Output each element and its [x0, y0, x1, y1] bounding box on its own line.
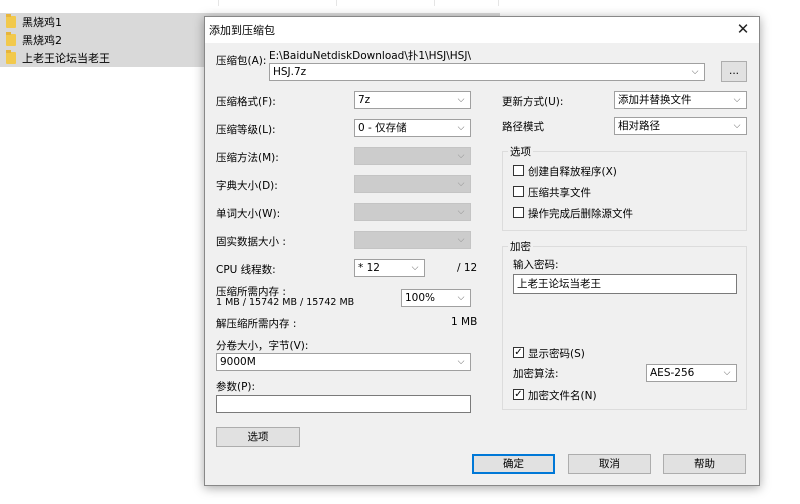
folder-icon: [6, 14, 16, 28]
memory-usage-value: 100%: [405, 292, 436, 304]
update-label: 更新方式(U):: [502, 96, 564, 108]
update-mode-select[interactable]: 添加并替换文件 ⌵: [614, 91, 747, 109]
update-mode-value: 添加并替换文件: [618, 94, 692, 106]
chevron-down-icon: ⌵: [733, 121, 741, 131]
cpu-select[interactable]: * 12 ⌵: [354, 259, 425, 277]
level-label: 压缩等级(L):: [216, 124, 276, 136]
delete-checkbox[interactable]: [513, 207, 524, 218]
close-icon[interactable]: ✕: [735, 21, 751, 37]
mem-decomp-value: 1 MB: [451, 316, 478, 328]
path-mode-value: 相对路径: [618, 120, 660, 132]
chevron-down-icon: ⌵: [457, 95, 465, 105]
path-mode-select[interactable]: 相对路径 ⌵: [614, 117, 747, 135]
chevron-down-icon: ⌵: [411, 263, 419, 273]
explorer-column-header: [0, 0, 500, 6]
encryption-method-value: AES-256: [650, 367, 695, 379]
options-button[interactable]: 选项: [216, 427, 300, 447]
shared-label: 压缩共享文件: [528, 187, 591, 199]
help-button[interactable]: 帮助: [663, 454, 746, 474]
archive-name-combo[interactable]: HSJ.7z ⌵: [269, 63, 705, 81]
word-label: 单词大小(W):: [216, 208, 281, 220]
format-value: 7z: [358, 94, 371, 106]
format-select[interactable]: 7z ⌵: [354, 91, 471, 109]
dict-label: 字典大小(D):: [216, 180, 278, 192]
volume-size-value: 9000M: [220, 356, 256, 368]
memory-usage-select[interactable]: 100% ⌵: [401, 289, 471, 307]
chevron-down-icon: ⌵: [457, 207, 465, 217]
chevron-down-icon: ⌵: [733, 95, 741, 105]
volume-label: 分卷大小，字节(V):: [216, 340, 309, 352]
level-select[interactable]: 0 - 仅存储 ⌵: [354, 119, 471, 137]
archive-name-value: HSJ.7z: [273, 66, 307, 78]
volume-size-combo[interactable]: 9000M ⌵: [216, 353, 471, 371]
params-label: 参数(P):: [216, 381, 256, 393]
ok-button[interactable]: 确定: [472, 454, 555, 474]
file-name: 黑烧鸡1: [22, 16, 62, 29]
browse-button[interactable]: ...: [721, 61, 747, 82]
level-value: 0 - 仅存储: [358, 122, 407, 134]
chevron-down-icon: ⌵: [457, 235, 465, 245]
encrypt-names-label: 加密文件名(N): [528, 390, 597, 402]
params-input[interactable]: [216, 395, 471, 413]
method-label: 压缩方法(M):: [216, 152, 279, 164]
cancel-button[interactable]: 取消: [568, 454, 651, 474]
show-password-checkbox[interactable]: ✓: [513, 347, 524, 358]
cpu-value: * 12: [358, 262, 380, 274]
mem-comp-detail: 1 MB / 15742 MB / 15742 MB: [216, 297, 355, 308]
chevron-down-icon: ⌵: [457, 123, 465, 133]
chevron-down-icon: ⌵: [723, 368, 731, 378]
chevron-down-icon: ⌵: [457, 357, 465, 367]
encryption-method-label: 加密算法:: [513, 368, 559, 380]
cpu-label: CPU 线程数:: [216, 264, 276, 276]
path-mode-label: 路径模式: [502, 121, 544, 133]
delete-label: 操作完成后删除源文件: [528, 208, 633, 220]
word-select: ⌵: [354, 203, 471, 221]
method-select: ⌵: [354, 147, 471, 165]
chevron-down-icon: ⌵: [457, 179, 465, 189]
dict-select: ⌵: [354, 175, 471, 193]
solid-select: ⌵: [354, 231, 471, 249]
chevron-down-icon: ⌵: [457, 293, 465, 303]
show-password-label: 显示密码(S): [528, 348, 585, 360]
options-group-title: 选项: [508, 144, 533, 159]
encrypt-names-checkbox[interactable]: ✓: [513, 389, 524, 400]
dialog-title: 添加到压缩包: [209, 24, 275, 37]
dialog-titlebar: 添加到压缩包 ✕: [205, 17, 759, 43]
sfx-checkbox[interactable]: [513, 165, 524, 176]
add-to-archive-dialog: 添加到压缩包 ✕ 压缩包(A): E:\BaiduNetdiskDownload…: [204, 16, 760, 486]
file-name: 上老王论坛当老王: [22, 52, 110, 65]
shared-checkbox[interactable]: [513, 186, 524, 197]
chevron-down-icon: ⌵: [457, 151, 465, 161]
password-input[interactable]: 上老王论坛当老王: [513, 274, 737, 294]
archive-path: E:\BaiduNetdiskDownload\扑1\HSJ\HSJ\: [269, 50, 471, 62]
archive-label: 压缩包(A):: [216, 55, 267, 67]
cpu-max: / 12: [457, 262, 478, 274]
folder-icon: [6, 32, 16, 46]
mem-decomp-label: 解压缩所需内存 :: [216, 318, 297, 330]
format-label: 压缩格式(F):: [216, 96, 276, 108]
folder-icon: [6, 50, 16, 64]
solid-label: 固实数据大小 :: [216, 236, 286, 248]
password-label: 输入密码:: [513, 259, 559, 271]
chevron-down-icon: ⌵: [691, 67, 699, 77]
file-name: 黑烧鸡2: [22, 34, 62, 47]
encryption-method-select[interactable]: AES-256 ⌵: [646, 364, 737, 382]
sfx-label: 创建自释放程序(X): [528, 166, 617, 178]
encryption-group-title: 加密: [508, 239, 533, 254]
